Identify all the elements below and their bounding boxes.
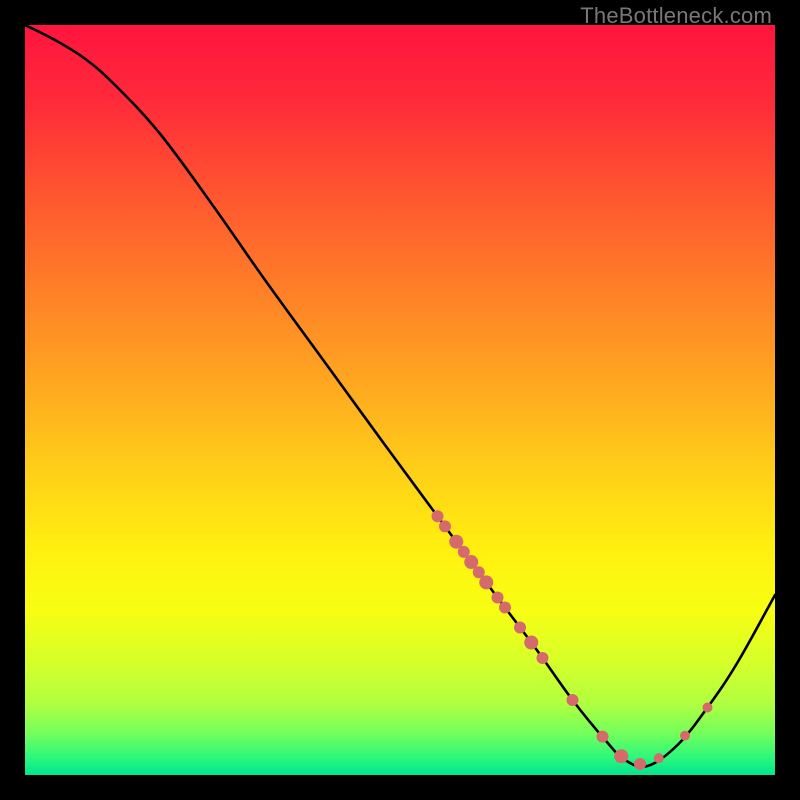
highlight-dot bbox=[537, 652, 549, 664]
highlight-dot bbox=[634, 758, 646, 770]
chart-plot-area bbox=[25, 25, 775, 775]
highlight-dot bbox=[439, 520, 451, 532]
highlight-dot bbox=[432, 510, 444, 522]
chart-svg bbox=[25, 25, 775, 775]
highlight-dot bbox=[680, 731, 690, 741]
highlight-dot bbox=[567, 694, 579, 706]
highlight-dot bbox=[492, 592, 504, 604]
highlight-dot bbox=[654, 753, 664, 763]
highlight-dot bbox=[524, 636, 538, 650]
highlight-dot bbox=[499, 602, 511, 614]
highlight-dot bbox=[597, 731, 609, 743]
highlight-dot bbox=[479, 575, 493, 589]
highlight-dot bbox=[514, 622, 526, 634]
highlight-dot bbox=[703, 703, 713, 713]
gradient-background bbox=[25, 25, 775, 775]
watermark-text: TheBottleneck.com bbox=[580, 3, 772, 29]
highlight-dot bbox=[614, 749, 628, 763]
